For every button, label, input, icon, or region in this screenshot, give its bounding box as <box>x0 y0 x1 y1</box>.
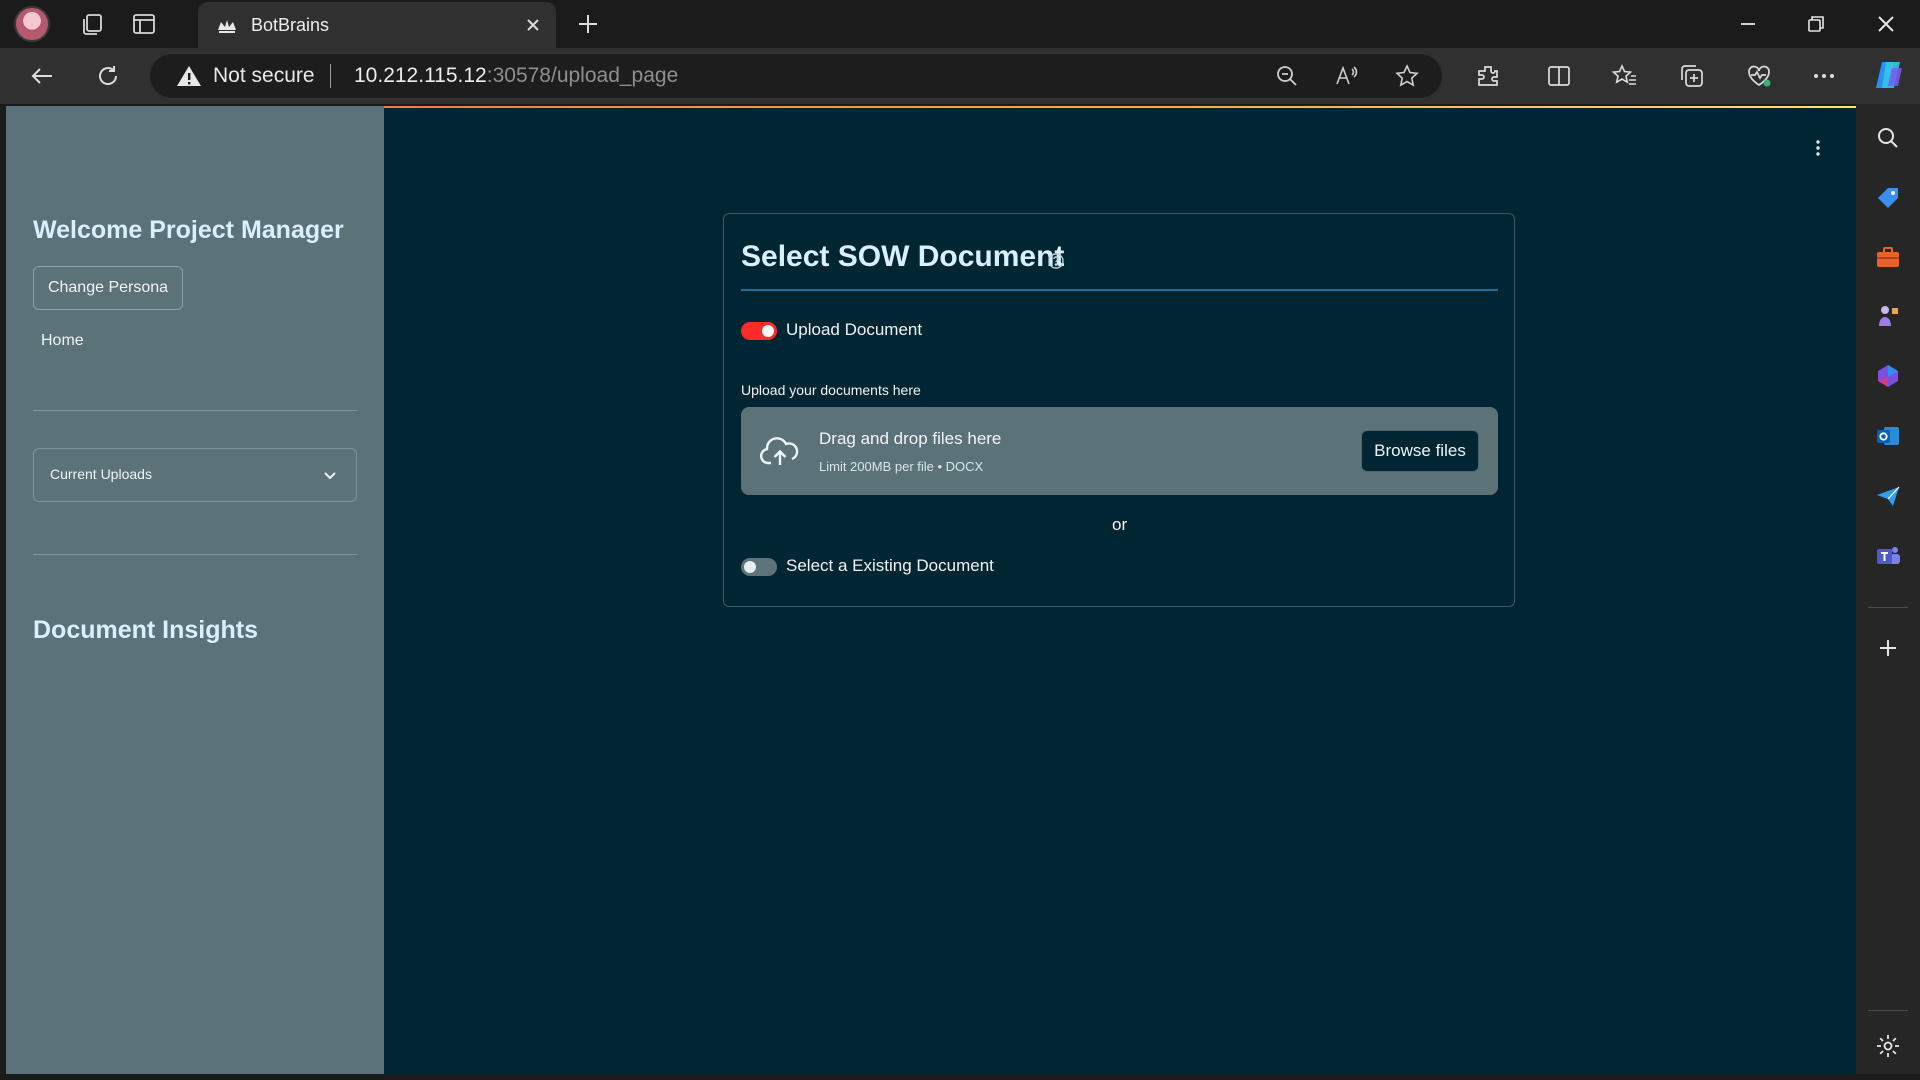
outlook-icon[interactable] <box>1874 422 1902 450</box>
url-path: :30578/upload_page <box>486 64 679 87</box>
workspaces-icon[interactable] <box>78 10 106 38</box>
microsoft-365-icon[interactable] <box>1874 362 1902 390</box>
close-tab-icon[interactable] <box>522 14 544 36</box>
upload-document-toggle[interactable] <box>741 322 777 340</box>
url-text[interactable]: 10.212.115.12:30578/upload_page <box>354 64 678 88</box>
sidebar-divider <box>33 410 357 411</box>
upload-document-label: Upload Document <box>786 320 923 339</box>
dropzone-instruction: Drag and drop files here <box>819 429 1002 448</box>
settings-gear-icon[interactable] <box>1874 1032 1902 1060</box>
shopping-tag-icon[interactable] <box>1874 184 1902 212</box>
sidebar-divider <box>1868 607 1908 608</box>
url-host: 10.212.115.12 <box>354 64 487 87</box>
expander-label: Current Uploads <box>50 466 152 482</box>
active-tab[interactable]: BotBrains <box>198 2 556 48</box>
cloud-upload-icon <box>759 437 799 465</box>
document-insights-heading: Document Insights <box>33 616 259 644</box>
select-existing-toggle[interactable] <box>741 558 777 576</box>
security-status[interactable]: Not secure <box>213 64 315 88</box>
card-title: Select SOW Document <box>741 240 1065 273</box>
change-persona-button[interactable]: Change Persona <box>33 266 183 310</box>
collections-icon[interactable] <box>1678 62 1706 90</box>
restore-icon[interactable] <box>1802 10 1830 38</box>
toggle-knob <box>762 325 774 337</box>
favorite-star-icon[interactable] <box>1394 63 1420 89</box>
toggle-knob <box>744 561 756 573</box>
or-separator: or <box>1112 515 1128 534</box>
select-sow-card: Select SOW Document Upload Document Uplo… <box>723 213 1515 607</box>
main-menu-kebab-icon[interactable] <box>1808 138 1828 158</box>
app-sidebar: Welcome Project Manager Change Persona H… <box>6 106 384 1074</box>
read-aloud-icon[interactable] <box>1334 63 1360 89</box>
sidebar-divider <box>1868 1010 1908 1011</box>
browser-tab-strip: BotBrains <box>0 0 1920 48</box>
split-screen-icon[interactable] <box>1545 62 1573 90</box>
favorites-icon[interactable] <box>1611 62 1639 90</box>
send-telegram-icon[interactable] <box>1874 482 1902 510</box>
dropzone-limit: Limit 200MB per file • DOCX <box>819 459 984 474</box>
title-divider <box>741 289 1498 291</box>
copilot-icon[interactable] <box>1872 58 1906 92</box>
close-window-icon[interactable] <box>1872 10 1900 38</box>
zoom-out-icon[interactable] <box>1274 63 1300 89</box>
more-options-icon[interactable] <box>1810 62 1838 90</box>
file-dropzone[interactable]: Drag and drop files here Limit 200MB per… <box>741 407 1498 495</box>
browser-essentials-icon[interactable] <box>1745 62 1773 90</box>
extensions-icon[interactable] <box>1474 62 1502 90</box>
chevron-down-icon <box>324 472 336 480</box>
warning-icon[interactable] <box>176 64 202 88</box>
page-viewport: Welcome Project Manager Change Persona H… <box>6 106 1856 1074</box>
profile-avatar[interactable] <box>14 6 50 42</box>
refresh-icon[interactable] <box>94 62 122 90</box>
games-icon[interactable] <box>1874 302 1902 330</box>
help-icon[interactable] <box>1047 252 1065 270</box>
tools-briefcase-icon[interactable] <box>1874 244 1902 272</box>
browser-sidebar <box>1856 104 1920 1080</box>
window-bottom-edge <box>0 1074 1920 1080</box>
nav-home-link[interactable]: Home <box>41 332 84 350</box>
address-divider <box>330 64 331 88</box>
teams-icon[interactable] <box>1874 542 1902 570</box>
botbrains-favicon-icon <box>218 20 236 33</box>
minimize-icon[interactable] <box>1734 10 1762 38</box>
tab-actions-icon[interactable] <box>130 10 158 38</box>
upload-caption: Upload your documents here <box>741 382 921 398</box>
search-icon[interactable] <box>1874 124 1902 152</box>
add-icon[interactable] <box>1874 634 1902 662</box>
tab-title: BotBrains <box>251 15 330 35</box>
sidebar-divider <box>33 554 357 555</box>
browse-files-button[interactable]: Browse files <box>1361 430 1479 472</box>
browser-toolbar: Not secure 10.212.115.12:30578/upload_pa… <box>0 48 1920 104</box>
welcome-heading: Welcome Project Manager <box>33 216 344 244</box>
new-tab-icon[interactable] <box>574 10 602 38</box>
current-uploads-expander[interactable]: Current Uploads <box>33 448 357 502</box>
select-existing-label: Select a Existing Document <box>786 556 994 575</box>
address-bar[interactable]: Not secure 10.212.115.12:30578/upload_pa… <box>150 54 1442 98</box>
back-arrow-icon[interactable] <box>28 62 56 90</box>
